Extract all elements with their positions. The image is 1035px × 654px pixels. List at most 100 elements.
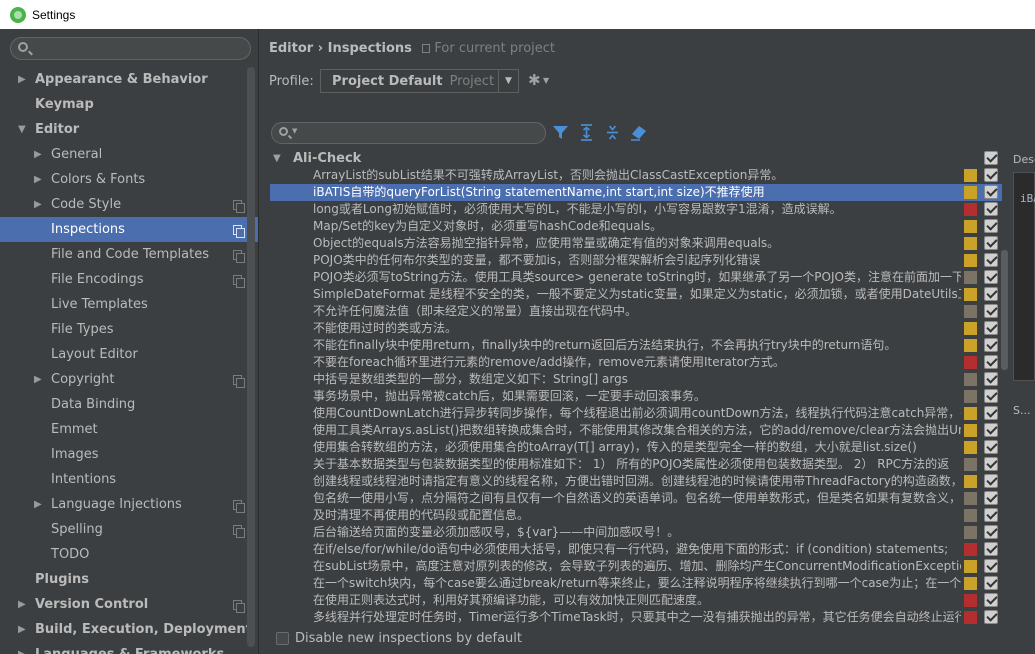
inspection-row[interactable]: 使用工具类Arrays.asList()把数组转换成集合时，不能使用其修改集合相… (270, 422, 1002, 439)
inspection-row[interactable]: 中括号是数组类型的一部分，数组定义如下：String[] args (270, 371, 1002, 388)
inspection-row[interactable]: POJO类中的任何布尔类型的变量，都不要加is，否则部分框架解析会引起序列化错误 (270, 252, 1002, 269)
sidebar-item-inspections[interactable]: Inspections (0, 217, 258, 242)
inspection-row[interactable]: Map/Set的key为自定义对象时，必须重写hashCode和equals。 (270, 218, 1002, 235)
inspection-row[interactable]: 及时清理不再使用的代码段或配置信息。 (270, 507, 1002, 524)
inspection-enabled-checkbox[interactable] (984, 593, 998, 607)
inspection-enabled-checkbox[interactable] (984, 559, 998, 573)
sidebar-item-colors-fonts[interactable]: ▶ Colors & Fonts (0, 167, 258, 192)
inspection-enabled-checkbox[interactable] (984, 253, 998, 267)
profile-dropdown[interactable]: Project Default Project ▼ (320, 69, 519, 93)
sidebar-item-languages-frameworks[interactable]: ▶ Languages & Frameworks (0, 642, 258, 654)
inspection-row[interactable]: long或者Long初始赋值时，必须使用大写的L，不能是小写的l，小写容易跟数字… (270, 201, 1002, 218)
group-enabled-checkbox[interactable] (984, 151, 998, 165)
collapsed-arrow-icon[interactable]: ▶ (18, 617, 30, 642)
inspection-row[interactable]: 创建线程或线程池时请指定有意义的线程名称，方便出错时回溯。创建线程池的时候请使用… (270, 473, 1002, 490)
inspection-row[interactable]: 关于基本数据类型与包装数据类型的使用标准如下： 1） 所有的POJO类属性必须使… (270, 456, 1002, 473)
sidebar-item-emmet[interactable]: Emmet (0, 417, 258, 442)
inspection-enabled-checkbox[interactable] (984, 304, 998, 318)
inspection-row[interactable]: 事务场景中，抛出异常被catch后，如果需要回滚，一定要手动回滚事务。 (270, 388, 1002, 405)
inspection-enabled-checkbox[interactable] (984, 491, 998, 505)
inspection-row[interactable]: POJO类必须写toString方法。使用工具类source> generate… (270, 269, 1002, 286)
sidebar-item-keymap[interactable]: Keymap (0, 92, 258, 117)
sidebar-scrollbar[interactable] (247, 67, 255, 647)
inspection-enabled-checkbox[interactable] (984, 338, 998, 352)
sidebar-item-plugins[interactable]: Plugins (0, 567, 258, 592)
inspection-enabled-checkbox[interactable] (984, 440, 998, 454)
inspection-enabled-checkbox[interactable] (984, 270, 998, 284)
inspection-enabled-checkbox[interactable] (984, 542, 998, 556)
gear-icon[interactable]: ✱ (528, 71, 541, 89)
sidebar-item-copyright[interactable]: ▶ Copyright (0, 367, 258, 392)
collapse-all-icon[interactable] (604, 124, 621, 141)
sidebar-item-language-injections[interactable]: ▶ Language Injections (0, 492, 258, 517)
inspection-group-row[interactable]: ▼ Ali-Check (270, 150, 1002, 167)
sidebar-item-build-execution-deployment[interactable]: ▶ Build, Execution, Deployment (0, 617, 258, 642)
sidebar-item-live-templates[interactable]: Live Templates (0, 292, 258, 317)
inspection-enabled-checkbox[interactable] (984, 576, 998, 590)
inspection-enabled-checkbox[interactable] (984, 457, 998, 471)
sidebar-item-file-encodings[interactable]: File Encodings (0, 267, 258, 292)
inspection-enabled-checkbox[interactable] (984, 372, 998, 386)
expand-arrow-icon[interactable]: ▼ (273, 150, 281, 167)
collapsed-arrow-icon[interactable]: ▶ (34, 192, 46, 217)
inspection-enabled-checkbox[interactable] (984, 236, 998, 250)
sidebar-item-images[interactable]: Images (0, 442, 258, 467)
inspection-row[interactable]: 使用CountDownLatch进行异步转同步操作，每个线程退出前必须调用cou… (270, 405, 1002, 422)
inspection-enabled-checkbox[interactable] (984, 202, 998, 216)
inspection-row[interactable]: 不允许任何魔法值（即未经定义的常量）直接出现在代码中。 (270, 303, 1002, 320)
reset-eraser-icon[interactable] (630, 124, 647, 141)
sidebar-item-code-style[interactable]: ▶ Code Style (0, 192, 258, 217)
inspection-row[interactable]: iBATIS自带的queryForList(String statementNa… (270, 184, 1002, 201)
inspection-enabled-checkbox[interactable] (984, 219, 998, 233)
inspection-row[interactable]: 在subList场景中，高度注意对原列表的修改，会导致子列表的遍历、增加、删除均… (270, 558, 1002, 575)
sidebar-item-data-binding[interactable]: Data Binding (0, 392, 258, 417)
inspection-enabled-checkbox[interactable] (984, 355, 998, 369)
disable-new-inspections-option[interactable]: Disable new inspections by default (276, 631, 522, 646)
expand-all-icon[interactable] (578, 124, 595, 141)
inspection-row[interactable]: 在一个switch块内，每个case要么通过break/return等来终止，要… (270, 575, 1002, 592)
inspections-filter-input[interactable]: ▼ (271, 122, 546, 144)
sidebar-item-appearance-behavior[interactable]: ▶ Appearance & Behavior (0, 67, 258, 92)
inspection-enabled-checkbox[interactable] (984, 389, 998, 403)
inspection-row[interactable]: 在if/else/for/while/do语句中必须使用大括号，即使只有一行代码… (270, 541, 1002, 558)
sidebar-item-intentions[interactable]: Intentions (0, 467, 258, 492)
sidebar-item-general[interactable]: ▶ General (0, 142, 258, 167)
disable-new-inspections-checkbox[interactable] (276, 632, 289, 645)
inspection-enabled-checkbox[interactable] (984, 423, 998, 437)
collapsed-arrow-icon[interactable]: ▶ (18, 67, 30, 92)
collapsed-arrow-icon[interactable]: ▶ (34, 167, 46, 192)
inspection-row[interactable]: ArrayList的subList结果不可强转成ArrayList，否则会抛出C… (270, 167, 1002, 184)
inspection-row[interactable]: 包名统一使用小写，点分隔符之间有且仅有一个自然语义的英语单词。包名统一使用单数形… (270, 490, 1002, 507)
inspection-row[interactable]: 使用集合转数组的方法，必须使用集合的toArray(T[] array)，传入的… (270, 439, 1002, 456)
inspection-enabled-checkbox[interactable] (984, 287, 998, 301)
scrollbar-thumb[interactable] (1001, 250, 1008, 370)
sidebar-item-editor[interactable]: ▼ Editor (0, 117, 258, 142)
collapsed-arrow-icon[interactable]: ▶ (18, 642, 30, 654)
expanded-arrow-icon[interactable]: ▼ (18, 117, 30, 142)
collapsed-arrow-icon[interactable]: ▶ (34, 492, 46, 517)
inspection-enabled-checkbox[interactable] (984, 185, 998, 199)
sidebar-item-version-control[interactable]: ▶ Version Control (0, 592, 258, 617)
sidebar-item-todo[interactable]: TODO (0, 542, 258, 567)
inspection-row[interactable]: 不能在finally块中使用return，finally块中的return返回后… (270, 337, 1002, 354)
inspection-row[interactable]: 不能使用过时的类或方法。 (270, 320, 1002, 337)
collapsed-arrow-icon[interactable]: ▶ (34, 367, 46, 392)
inspection-enabled-checkbox[interactable] (984, 168, 998, 182)
inspection-enabled-checkbox[interactable] (984, 406, 998, 420)
inspection-enabled-checkbox[interactable] (984, 508, 998, 522)
inspection-row[interactable]: 后台输送给页面的变量必须加感叹号，${var}——中间加感叹号！。 (270, 524, 1002, 541)
inspection-enabled-checkbox[interactable] (984, 525, 998, 539)
inspection-row[interactable]: 多线程并行处理定时任务时，Timer运行多个TimeTask时，只要其中之一没有… (270, 609, 1002, 626)
inspection-enabled-checkbox[interactable] (984, 474, 998, 488)
settings-search-input[interactable] (10, 37, 251, 60)
inspection-row[interactable]: 在使用正则表达式时，利用好其预编译功能，可以有效加快正则匹配速度。 (270, 592, 1002, 609)
sidebar-item-file-types[interactable]: File Types (0, 317, 258, 342)
sidebar-item-layout-editor[interactable]: Layout Editor (0, 342, 258, 367)
collapsed-arrow-icon[interactable]: ▶ (18, 592, 30, 617)
inspection-row[interactable]: Object的equals方法容易抛空指针异常，应使用常量或确定有值的对象来调用… (270, 235, 1002, 252)
inspection-enabled-checkbox[interactable] (984, 610, 998, 624)
sidebar-item-spelling[interactable]: Spelling (0, 517, 258, 542)
filter-icon[interactable] (552, 124, 569, 141)
collapsed-arrow-icon[interactable]: ▶ (34, 142, 46, 167)
inspections-scrollbar[interactable] (1001, 150, 1009, 626)
